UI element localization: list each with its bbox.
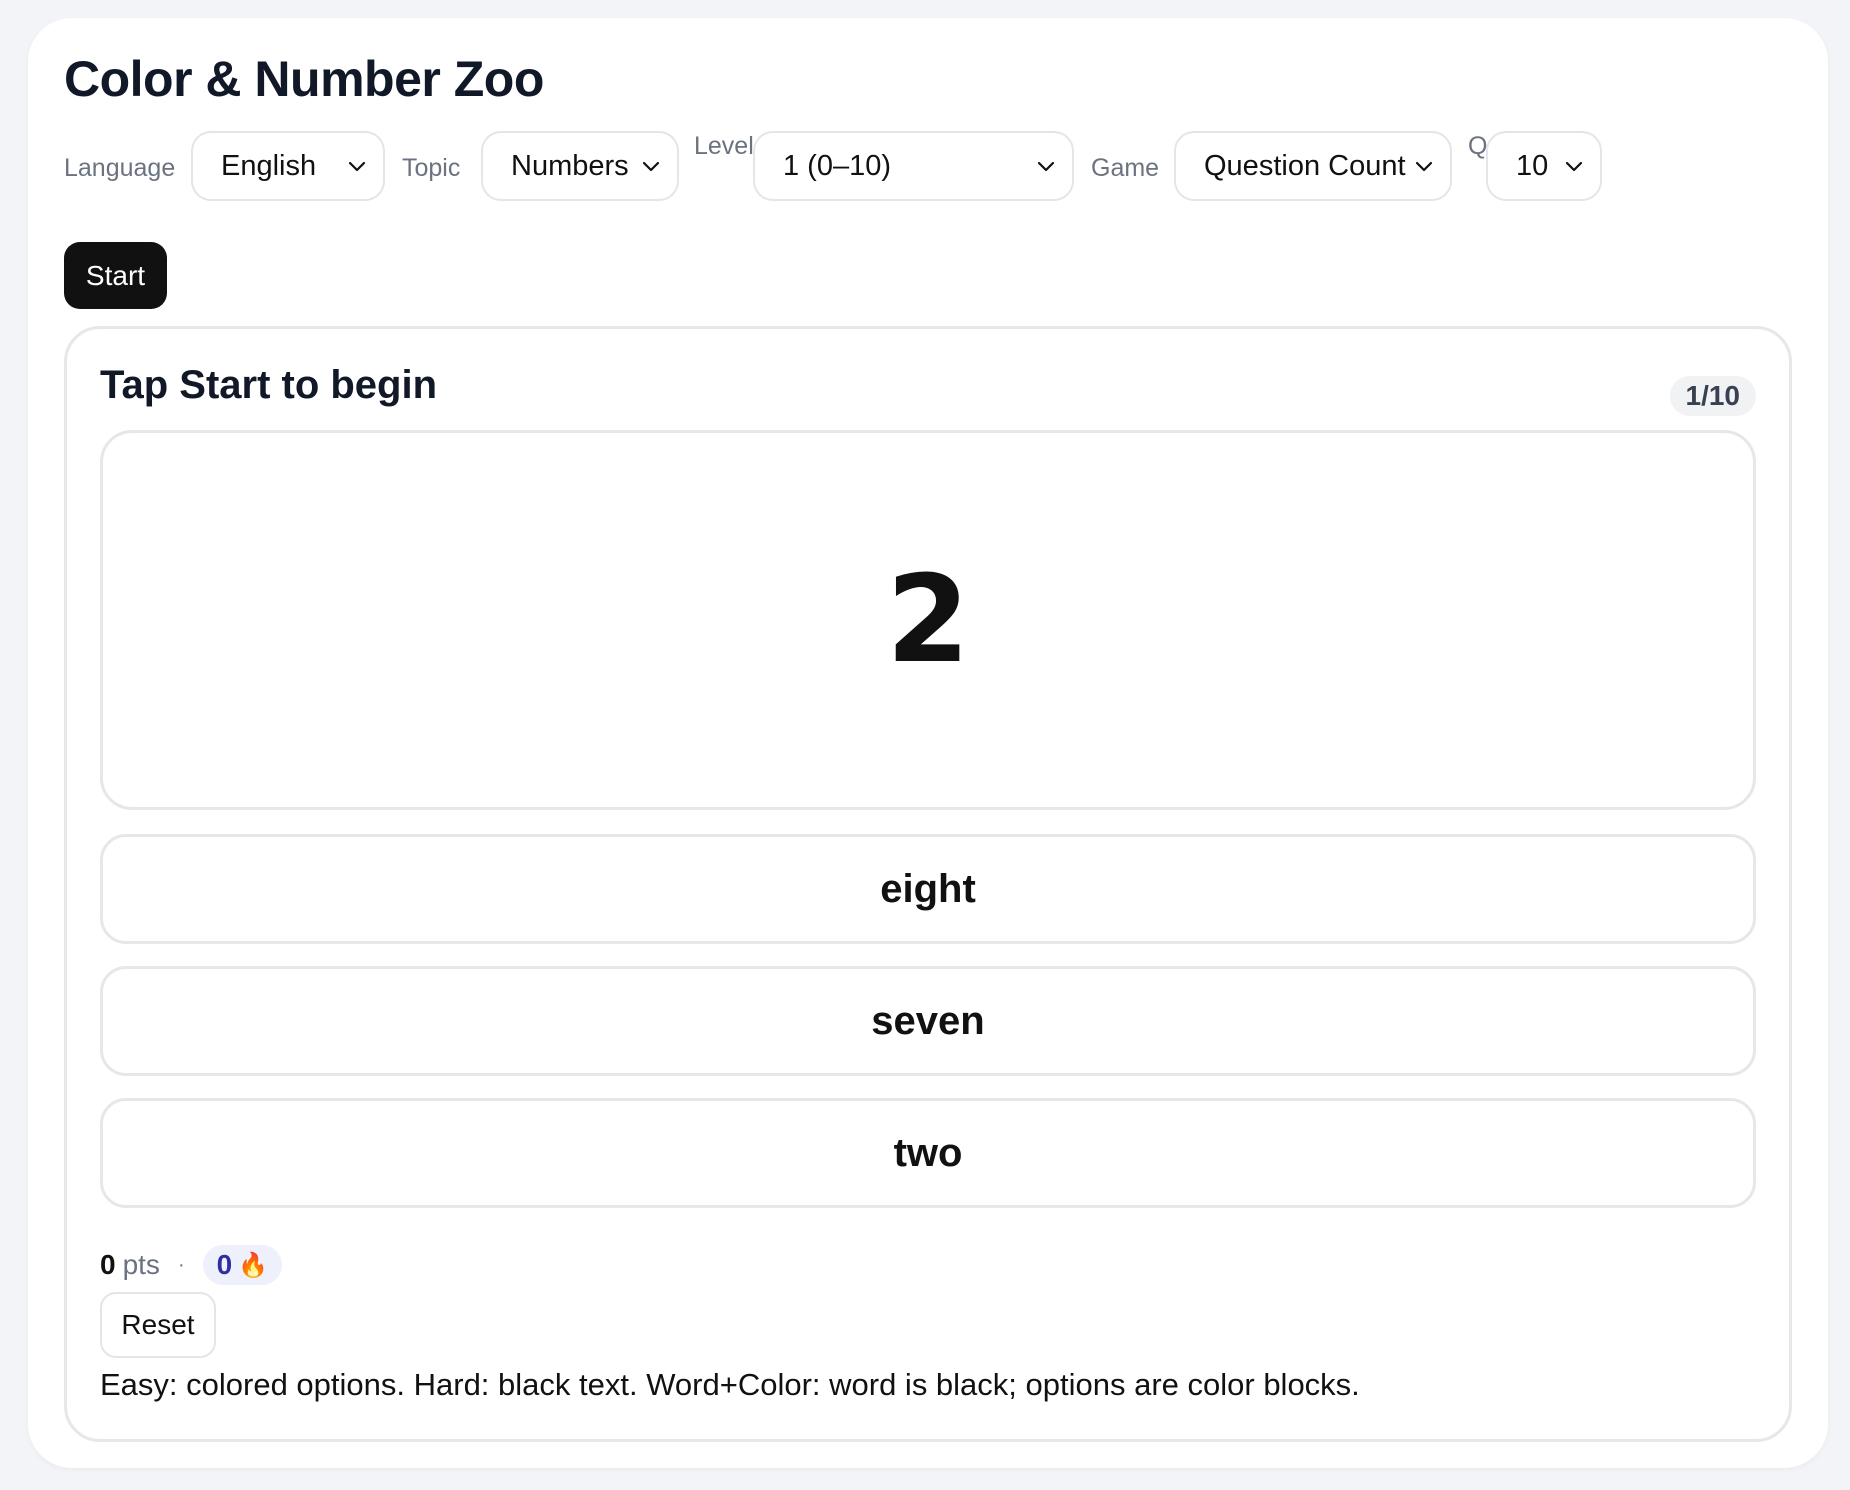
topic-label: Topic xyxy=(402,154,461,182)
game-select-value: Question Count xyxy=(1204,149,1406,182)
chevron-down-icon xyxy=(1415,161,1433,172)
start-button[interactable]: Start xyxy=(64,242,167,309)
controls-bar: Language English Topic Numbers Level 1 (… xyxy=(28,18,1828,238)
question-count-select[interactable]: 10 xyxy=(1486,131,1602,201)
answer-option[interactable]: two xyxy=(100,1098,1756,1208)
chevron-down-icon xyxy=(642,161,660,172)
streak-badge: 0 🔥 xyxy=(202,1245,283,1285)
reset-button[interactable]: Reset xyxy=(100,1292,216,1358)
game-label: Game xyxy=(1091,154,1160,182)
chevron-down-icon xyxy=(1565,161,1583,172)
prompt-title: Tap Start to begin xyxy=(100,363,438,407)
question-count-value: 10 xyxy=(1516,149,1549,182)
streak-count: 0 xyxy=(216,1249,233,1280)
app-card: Color & Number Zoo Language English Topi… xyxy=(28,18,1828,1468)
help-text: Easy: colored options. Hard: black text.… xyxy=(100,1367,1360,1402)
q-label: Q xyxy=(1468,132,1488,160)
game-panel: Tap Start to begin 1/10 2 eight seven tw… xyxy=(64,326,1792,1442)
level-select-value: 1 (0–10) xyxy=(783,149,892,182)
level-label: Level xyxy=(694,132,754,160)
topic-select[interactable]: Numbers xyxy=(481,131,679,201)
language-select[interactable]: English xyxy=(191,131,385,201)
language-label: Language xyxy=(64,154,176,182)
chevron-down-icon xyxy=(348,161,366,172)
fire-icon: 🔥 xyxy=(238,1251,269,1279)
topic-select-value: Numbers xyxy=(511,149,629,182)
score-unit: pts xyxy=(122,1249,160,1280)
score-points: 0 xyxy=(100,1249,116,1280)
level-select[interactable]: 1 (0–10) xyxy=(753,131,1074,201)
language-select-value: English xyxy=(221,149,317,182)
game-select[interactable]: Question Count xyxy=(1174,131,1452,201)
stimulus-card: 2 xyxy=(100,430,1756,810)
chevron-down-icon xyxy=(1037,161,1055,172)
stimulus-value: 2 xyxy=(886,550,970,690)
separator-dot: · xyxy=(177,1253,185,1276)
progress-badge: 1/10 xyxy=(1669,376,1756,416)
score-row: 0 pts · 0 🔥 xyxy=(100,1245,283,1285)
answer-option[interactable]: seven xyxy=(100,966,1756,1076)
answer-option[interactable]: eight xyxy=(100,834,1756,944)
